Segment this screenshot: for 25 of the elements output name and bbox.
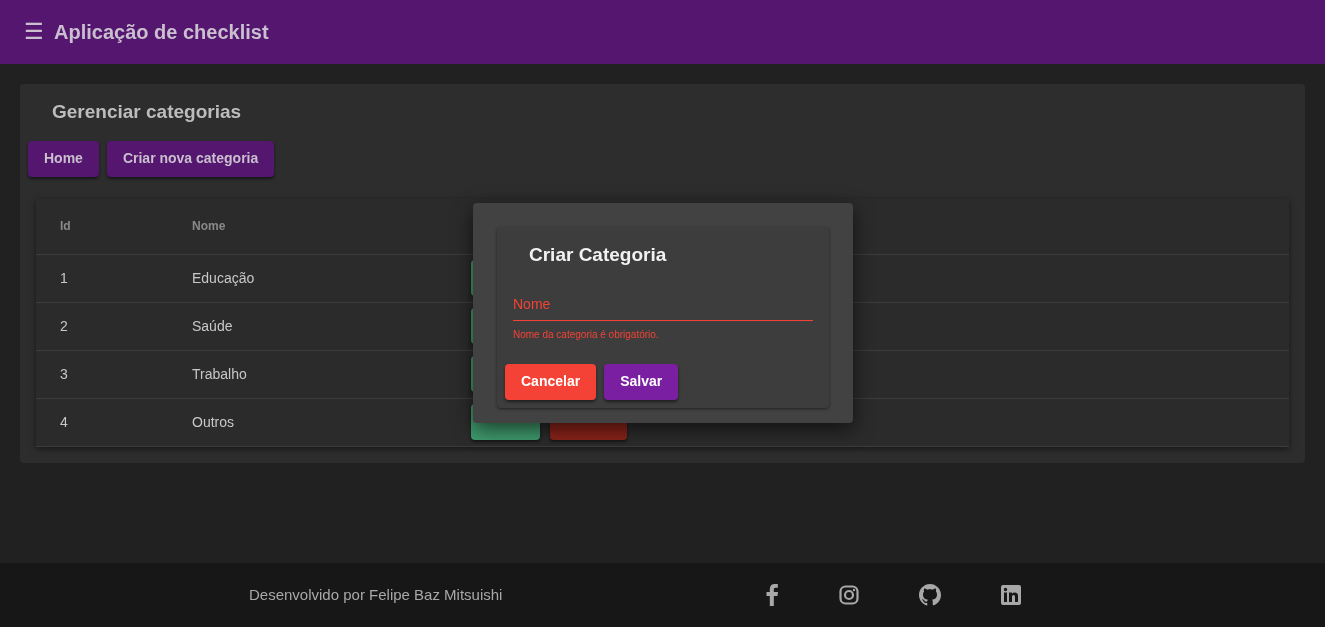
error-message: Nome da categoria é obrigatório. xyxy=(513,327,660,342)
table-cell-text: 2 xyxy=(59,316,69,336)
facebook-icon[interactable] xyxy=(765,584,780,606)
dialog-title: Criar Categoria xyxy=(529,243,668,267)
table-cell-text: 3 xyxy=(59,364,69,384)
table-cell-text: Outros xyxy=(192,412,235,432)
linkedin-icon[interactable] xyxy=(1001,585,1022,605)
menu-button[interactable]: ☰ xyxy=(24,21,44,43)
column-header: Nome xyxy=(192,218,227,235)
save-button[interactable]: Salvar xyxy=(604,363,679,400)
table-cell-text: Trabalho xyxy=(192,364,248,384)
nav-button[interactable]: Criar nova categoria xyxy=(106,140,275,177)
cancel-button[interactable]: Cancelar xyxy=(505,363,597,400)
footer-credit: Desenvolvido por Felipe Baz Mitsuishi xyxy=(249,584,503,605)
table-cell-text: Saúde xyxy=(192,316,234,336)
instagram-icon[interactable] xyxy=(839,585,860,605)
app-title: Aplicação de checklist xyxy=(54,20,269,45)
table-cell-text: Educação xyxy=(192,268,256,288)
nav-button[interactable]: Home xyxy=(28,140,99,177)
page-title: Gerenciar categorias xyxy=(52,100,243,124)
name-field[interactable]: Nome xyxy=(513,291,813,321)
table-cell-text: 1 xyxy=(59,268,69,288)
column-header: Id xyxy=(59,218,72,235)
table-cell-text: 4 xyxy=(59,412,69,432)
github-icon[interactable] xyxy=(919,584,942,606)
